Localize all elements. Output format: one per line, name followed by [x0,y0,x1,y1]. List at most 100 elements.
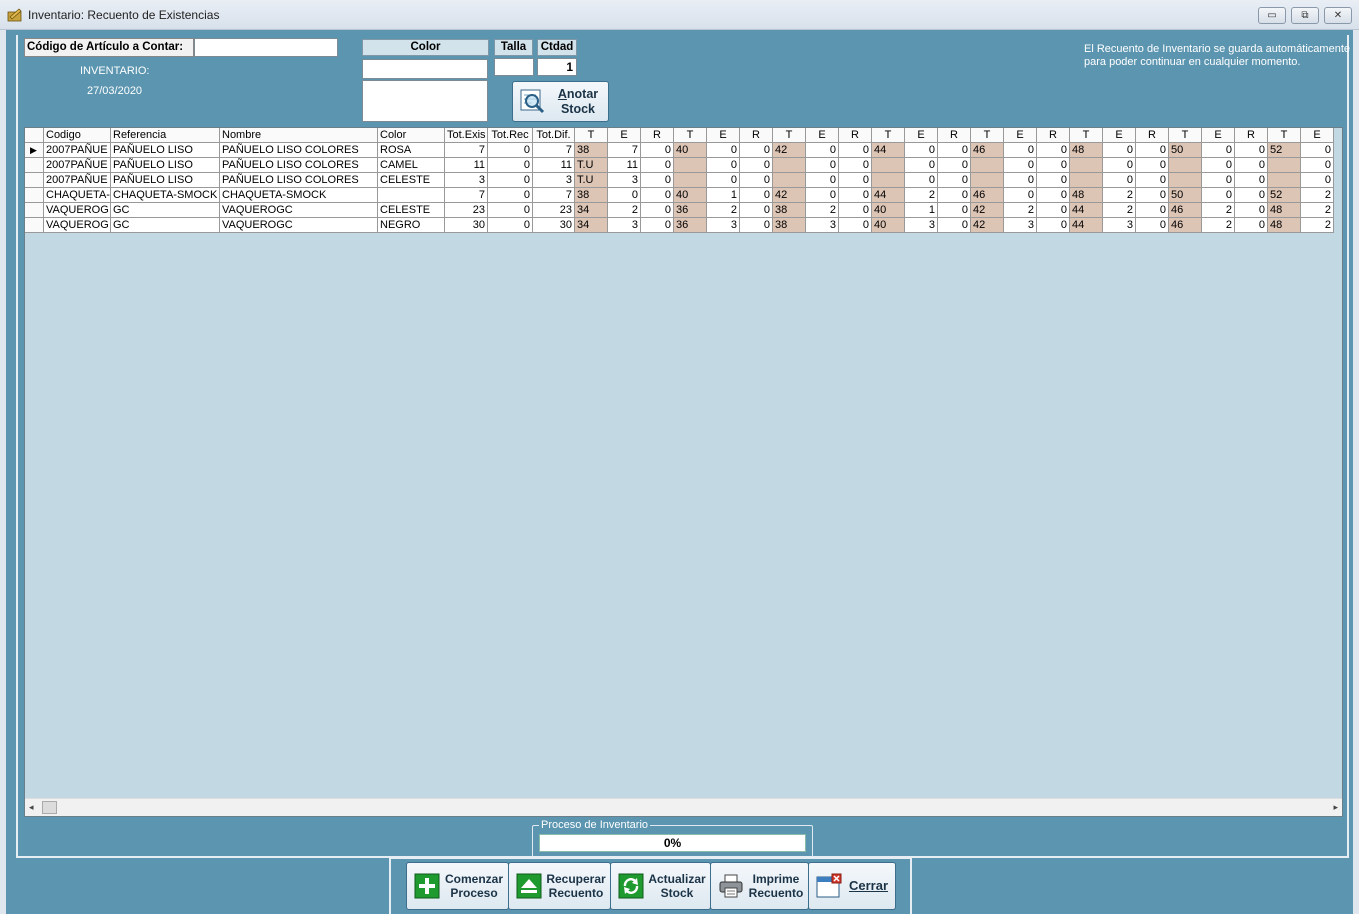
column-header[interactable]: T [1268,128,1301,143]
table-cell[interactable]: 0 [938,203,971,218]
table-cell[interactable]: 42 [773,143,806,158]
table-cell[interactable]: VAQUEROG [44,218,111,233]
column-header[interactable]: Referencia [111,128,220,143]
table-cell[interactable]: T.U [575,173,608,188]
table-cell[interactable]: 0 [1037,143,1070,158]
column-header[interactable]: E [608,128,641,143]
table-cell[interactable]: 0 [488,188,533,203]
table-cell[interactable] [872,158,905,173]
table-cell[interactable]: 0 [1136,188,1169,203]
table-cell[interactable]: 2 [1103,188,1136,203]
table-cell[interactable]: 0 [641,173,674,188]
column-header[interactable]: R [938,128,971,143]
table-cell[interactable]: PAÑUELO LISO COLORES [220,173,378,188]
table-cell[interactable]: 23 [445,203,488,218]
table-cell[interactable]: 0 [1037,158,1070,173]
talla-input[interactable] [494,58,534,76]
table-cell[interactable] [674,158,707,173]
actualizar-stock-button[interactable]: Actualizar Stock [610,862,711,910]
table-cell[interactable]: 0 [707,158,740,173]
table-cell[interactable] [872,173,905,188]
table-cell[interactable]: 0 [839,173,872,188]
row-selector[interactable]: ▶ [25,143,44,158]
table-cell[interactable]: 11 [608,158,641,173]
imprime-recuento-button[interactable]: Imprime Recuento [710,862,809,910]
table-cell[interactable]: 50 [1169,143,1202,158]
table-cell[interactable]: 3 [707,218,740,233]
table-cell[interactable]: PAÑUELO LISO COLORES [220,158,378,173]
table-cell[interactable]: 34 [575,203,608,218]
column-header[interactable]: E [806,128,839,143]
table-cell[interactable] [773,158,806,173]
table-cell[interactable]: 0 [740,173,773,188]
horizontal-scrollbar[interactable]: ◂ ▸ [25,798,1342,816]
table-cell[interactable] [971,158,1004,173]
table-cell[interactable]: 0 [806,143,839,158]
row-selector[interactable] [25,203,44,218]
table-cell[interactable]: 11 [445,158,488,173]
table-cell[interactable]: PAÑUELO LISO [111,173,220,188]
table-cell[interactable]: 44 [1070,203,1103,218]
table-cell[interactable]: 3 [533,173,575,188]
table-cell[interactable]: 0 [1136,158,1169,173]
table-cell[interactable]: 2007PAÑUE [44,143,111,158]
table-cell[interactable]: 30 [445,218,488,233]
table-cell[interactable]: 0 [1202,158,1235,173]
table-cell[interactable]: 7 [533,188,575,203]
column-header[interactable]: E [1202,128,1235,143]
table-cell[interactable] [674,173,707,188]
column-header[interactable]: T [674,128,707,143]
table-cell[interactable]: 2 [707,203,740,218]
table-cell[interactable]: 0 [839,158,872,173]
table-cell[interactable]: 0 [938,158,971,173]
table-cell[interactable]: 11 [533,158,575,173]
table-cell[interactable] [1169,173,1202,188]
table-cell[interactable]: 40 [872,203,905,218]
table-cell[interactable]: 0 [740,143,773,158]
column-header[interactable]: T [971,128,1004,143]
table-cell[interactable]: 36 [674,218,707,233]
table-cell[interactable] [1169,158,1202,173]
table-cell[interactable]: 30 [533,218,575,233]
codigo-input[interactable] [194,38,338,57]
table-cell[interactable] [773,173,806,188]
table-cell[interactable]: 0 [839,218,872,233]
table-cell[interactable]: 52 [1268,188,1301,203]
table-cell[interactable]: GC [111,203,220,218]
table-cell[interactable]: 2 [1004,203,1037,218]
table-cell[interactable]: 50 [1169,188,1202,203]
table-cell[interactable]: 0 [1202,188,1235,203]
column-header[interactable]: E [905,128,938,143]
cerrar-button[interactable]: Cerrar [808,862,896,910]
table-cell[interactable]: 0 [1004,143,1037,158]
row-selector[interactable] [25,218,44,233]
table-cell[interactable]: 2007PAÑUE [44,173,111,188]
table-cell[interactable]: 0 [740,158,773,173]
table-cell[interactable] [971,173,1004,188]
table-cell[interactable]: 38 [575,143,608,158]
row-selector[interactable] [25,173,44,188]
table-cell[interactable]: 2 [608,203,641,218]
column-header[interactable]: R [1235,128,1268,143]
table-cell[interactable]: 3 [1103,218,1136,233]
table-cell[interactable]: 0 [905,158,938,173]
table-cell[interactable]: 0 [905,143,938,158]
table-cell[interactable]: PAÑUELO LISO [111,158,220,173]
table-cell[interactable]: CHAQUETA- [44,188,111,203]
table-cell[interactable]: 0 [1235,218,1268,233]
table-cell[interactable]: VAQUEROG [44,203,111,218]
table-row[interactable]: VAQUEROG GC VAQUEROGC CELESTE 23 0 23 34 2 0 36 2 0 3… [25,203,1334,218]
table-cell[interactable]: PAÑUELO LISO [111,143,220,158]
table-cell[interactable]: VAQUEROGC [220,218,378,233]
table-cell[interactable]: 0 [1103,158,1136,173]
table-cell[interactable]: 0 [740,203,773,218]
table-cell[interactable]: 0 [1235,158,1268,173]
table-cell[interactable]: 0 [1037,173,1070,188]
column-header[interactable]: E [1004,128,1037,143]
table-cell[interactable]: 0 [1103,143,1136,158]
table-cell[interactable]: 0 [938,218,971,233]
table-cell[interactable]: 0 [1037,188,1070,203]
column-header[interactable]: E [1301,128,1334,143]
row-selector[interactable] [25,158,44,173]
anotar-stock-button[interactable]: Anotar Stock [512,81,609,122]
